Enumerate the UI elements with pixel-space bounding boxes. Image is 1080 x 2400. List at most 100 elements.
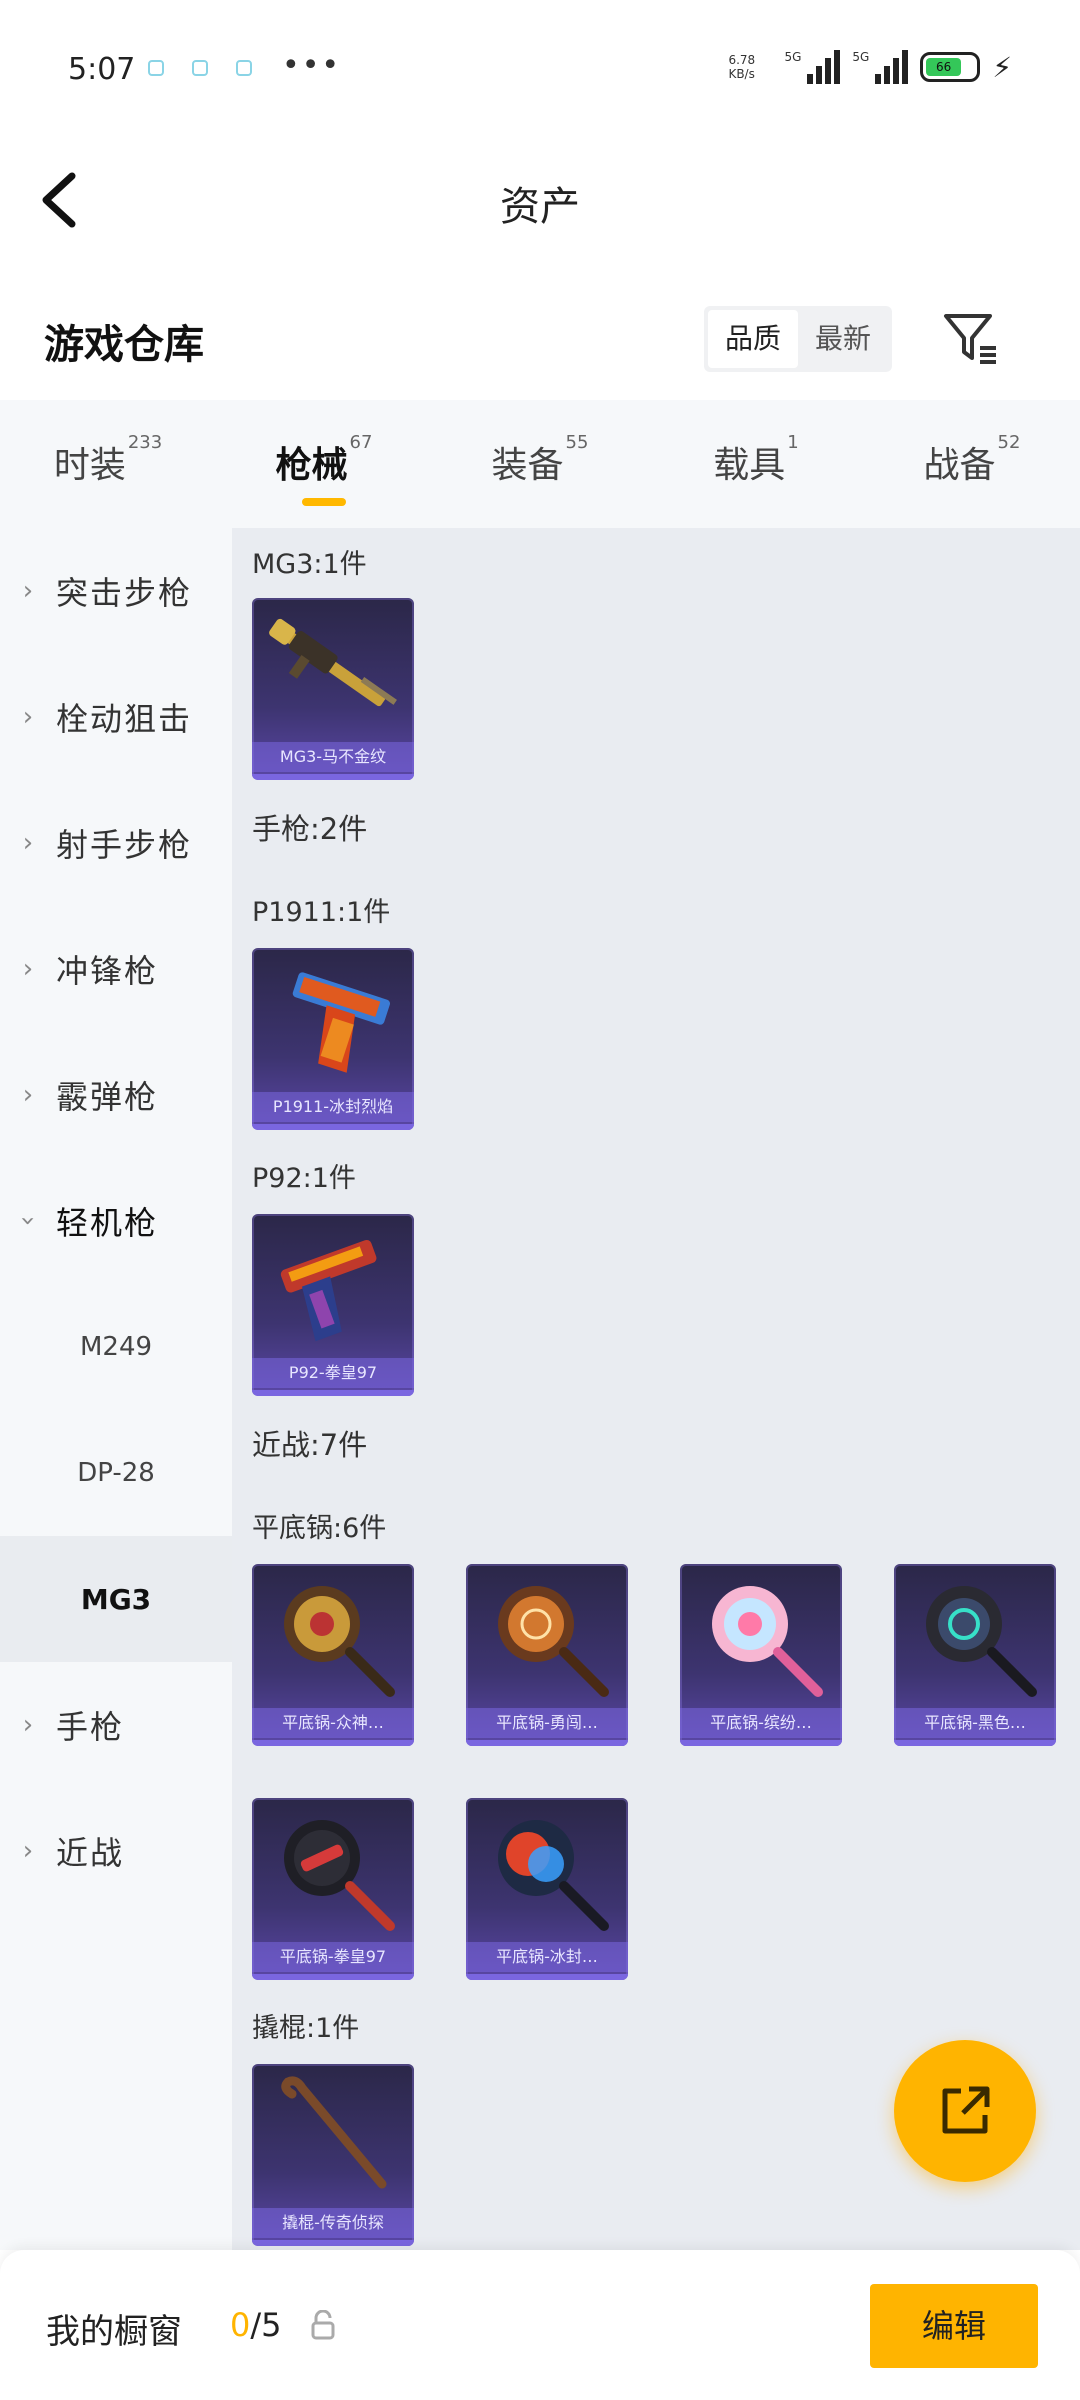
item-card[interactable]: 平底锅-勇闯… bbox=[466, 1564, 628, 1746]
tab-firearms[interactable]: 枪械67 bbox=[216, 400, 432, 528]
sidebar: › 突击步枪 › 栓动狙击 › 射手步枪 › 冲锋枪 › 霰弹枪 › 轻机枪 M… bbox=[0, 528, 232, 2250]
page-title: 资产 bbox=[500, 184, 580, 230]
sidebar-item-lmg[interactable]: › 轻机枪 bbox=[0, 1158, 232, 1284]
section-title-pan: 平底锅:6件 bbox=[252, 1513, 387, 1544]
sidebar-item-melee[interactable]: › 近战 bbox=[0, 1788, 232, 1914]
edit-button[interactable]: 编辑 bbox=[870, 2284, 1038, 2368]
status-right: 6.78 KB/s 5G 5G 66 ⚡ bbox=[728, 50, 1012, 84]
charging-icon: ⚡ bbox=[992, 50, 1012, 84]
item-name: P1911-冰封烈焰 bbox=[252, 1092, 414, 1122]
tab-vehicles[interactable]: 载具1 bbox=[648, 400, 864, 528]
sidebar-item-pistol[interactable]: › 手枪 bbox=[0, 1662, 232, 1788]
tab-count: 67 bbox=[349, 432, 373, 453]
item-card[interactable]: 平底锅-众神… bbox=[252, 1564, 414, 1746]
pan-skin-image bbox=[284, 1820, 395, 1931]
tab-count: 55 bbox=[565, 432, 589, 453]
crowbar-skin-image bbox=[281, 2076, 387, 2189]
item-card[interactable]: 撬棍-传奇侦探 bbox=[252, 2064, 414, 2246]
pan-skin-image bbox=[284, 1586, 395, 1697]
chevron-right-icon: › bbox=[22, 1710, 34, 1740]
item-grid: MG3:1件 MG3-马不金纹 手枪:2件 P1911:1件 P1911-冰封烈… bbox=[232, 528, 1080, 2250]
share-icon bbox=[942, 2086, 990, 2134]
item-name: 平底锅-拳皇97 bbox=[252, 1942, 414, 1972]
item-name: 平底锅-冰封… bbox=[466, 1942, 628, 1972]
item-name: MG3-马不金纹 bbox=[252, 742, 414, 772]
signal-icon bbox=[875, 50, 909, 84]
showcase-label: 我的橱窗 bbox=[46, 2312, 182, 2352]
notification-icons bbox=[148, 60, 252, 76]
sort-quality-option[interactable]: 品质 bbox=[708, 310, 798, 368]
sidebar-item-smg[interactable]: › 冲锋枪 bbox=[0, 906, 232, 1032]
pan-skin-image bbox=[498, 1586, 609, 1697]
chevron-right-icon: › bbox=[22, 954, 34, 984]
sidebar-subitem-m249[interactable]: M249 bbox=[0, 1284, 232, 1410]
warehouse-title: 游戏仓库 bbox=[44, 322, 204, 368]
app-notification-icon bbox=[148, 60, 164, 76]
chevron-right-icon: › bbox=[22, 1836, 34, 1866]
section-title-p1911: P1911:1件 bbox=[252, 897, 391, 928]
sidebar-subitem-mg3[interactable]: MG3 bbox=[0, 1536, 232, 1662]
tab-count: 233 bbox=[127, 432, 163, 453]
pan-skin-image bbox=[712, 1586, 823, 1697]
mg3-skin-image bbox=[269, 618, 397, 707]
item-name: 平底锅-众神… bbox=[252, 1708, 414, 1738]
tab-equipment[interactable]: 装备55 bbox=[432, 400, 648, 528]
pan-skin-image bbox=[498, 1820, 609, 1931]
section-title-melee: 近战:7件 bbox=[252, 1428, 368, 1462]
sidebar-item-shotgun[interactable]: › 霰弹枪 bbox=[0, 1032, 232, 1158]
chevron-right-icon: › bbox=[22, 576, 34, 606]
lock-icon bbox=[311, 2310, 335, 2340]
signal-label: 5G bbox=[852, 50, 870, 64]
sidebar-item-assault-rifle[interactable]: › 突击步枪 bbox=[0, 528, 232, 654]
filter-button[interactable] bbox=[940, 308, 1000, 368]
tab-war-prep[interactable]: 战备52 bbox=[864, 400, 1080, 528]
sort-toggle: 品质 最新 bbox=[704, 306, 892, 372]
section-title-mg3: MG3:1件 bbox=[252, 549, 367, 580]
item-name: 撬棍-传奇侦探 bbox=[252, 2208, 414, 2238]
item-name: P92-拳皇97 bbox=[252, 1358, 414, 1388]
sidebar-item-bolt-sniper[interactable]: › 栓动狙击 bbox=[0, 654, 232, 780]
item-name: 平底锅-勇闯… bbox=[466, 1708, 628, 1738]
net-speed: 6.78 KB/s bbox=[728, 53, 756, 81]
warehouse-header: 游戏仓库 品质 最新 bbox=[0, 290, 1080, 410]
item-card[interactable]: 平底锅-黑色… bbox=[894, 1564, 1056, 1746]
signal-label: 5G bbox=[784, 50, 802, 64]
item-card[interactable]: MG3-马不金纹 bbox=[252, 598, 414, 780]
section-title-crowbar: 撬棍:1件 bbox=[252, 2013, 360, 2044]
sidebar-subitem-dp28[interactable]: DP-28 bbox=[0, 1410, 232, 1536]
item-card[interactable]: 平底锅-拳皇97 bbox=[252, 1798, 414, 1980]
item-card[interactable]: P92-拳皇97 bbox=[252, 1214, 414, 1396]
filter-icon bbox=[944, 314, 996, 364]
status-bar: 5:07 ••• 6.78 KB/s 5G 5G 66 ⚡ bbox=[0, 0, 1080, 140]
sort-newest-option[interactable]: 最新 bbox=[798, 310, 888, 368]
pan-skin-image bbox=[926, 1586, 1037, 1697]
tab-count: 1 bbox=[787, 432, 799, 453]
status-time: 5:07 bbox=[68, 52, 136, 87]
tab-fashion[interactable]: 时装233 bbox=[0, 400, 216, 528]
active-tab-indicator bbox=[302, 498, 346, 506]
item-card[interactable]: 平底锅-缤纷… bbox=[680, 1564, 842, 1746]
section-title-pistol: 手枪:2件 bbox=[252, 812, 368, 846]
tab-count: 52 bbox=[997, 432, 1021, 453]
category-tabs: 时装233 枪械67 装备55 载具1 战备52 bbox=[0, 400, 1080, 528]
p1911-skin-image bbox=[292, 972, 390, 1073]
nav-bar: 资产 bbox=[0, 140, 1080, 260]
sidebar-item-marksman-rifle[interactable]: › 射手步枪 bbox=[0, 780, 232, 906]
chevron-down-icon: › bbox=[13, 1215, 43, 1227]
chevron-right-icon: › bbox=[22, 1080, 34, 1110]
more-notifications-icon: ••• bbox=[282, 48, 342, 83]
battery-icon: 66 bbox=[920, 52, 981, 82]
signal-icon bbox=[807, 50, 841, 84]
chevron-right-icon: › bbox=[22, 702, 34, 732]
item-card[interactable]: 平底锅-冰封… bbox=[466, 1798, 628, 1980]
item-card[interactable]: P1911-冰封烈焰 bbox=[252, 948, 414, 1130]
item-name: 平底锅-黑色… bbox=[894, 1708, 1056, 1738]
app-notification-icon bbox=[236, 60, 252, 76]
item-name: 平底锅-缤纷… bbox=[680, 1708, 842, 1738]
battery-level: 66 bbox=[926, 58, 961, 76]
app-notification-icon bbox=[192, 60, 208, 76]
chevron-right-icon: › bbox=[22, 828, 34, 858]
section-title-p92: P92:1件 bbox=[252, 1163, 356, 1194]
p92-skin-image bbox=[280, 1239, 377, 1342]
share-fab[interactable] bbox=[894, 2040, 1036, 2182]
